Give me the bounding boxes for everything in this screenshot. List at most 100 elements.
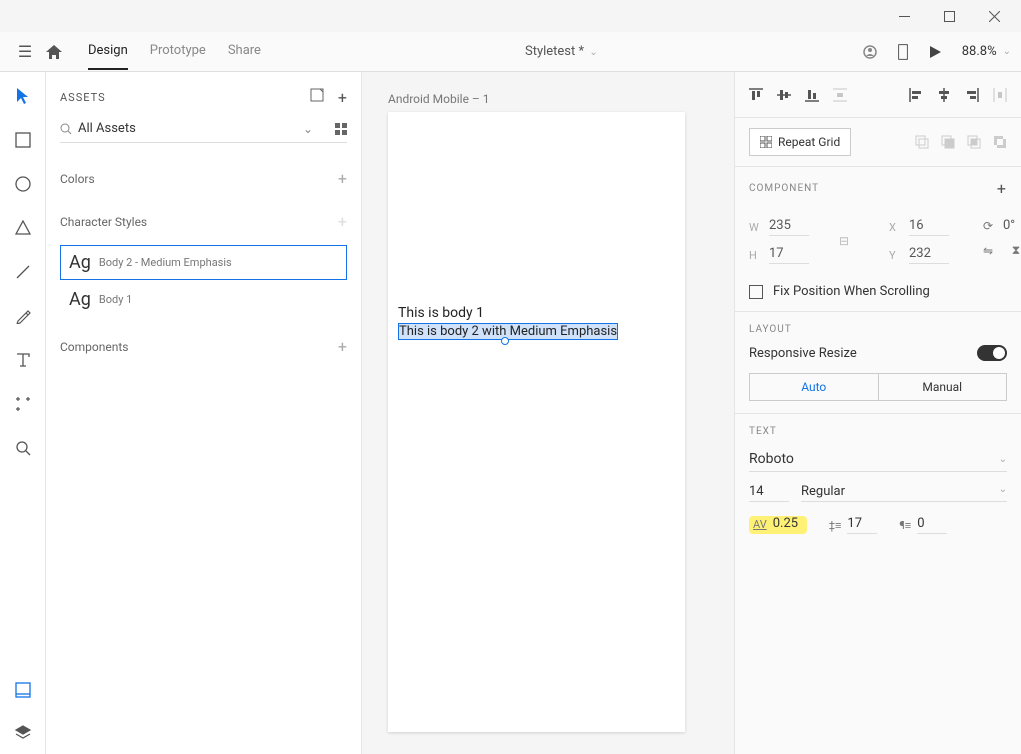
- lock-aspect-icon[interactable]: ⊟: [839, 234, 849, 248]
- line-tool[interactable]: [11, 260, 35, 284]
- play-icon[interactable]: [928, 45, 942, 59]
- align-right-icon[interactable]: [965, 88, 979, 102]
- cloud-icon[interactable]: [862, 44, 878, 60]
- minimize-button[interactable]: [882, 2, 927, 30]
- assets-title: ASSETS: [60, 91, 106, 104]
- rectangle-tool[interactable]: [11, 128, 35, 152]
- text-section-label: TEXT: [749, 426, 777, 437]
- section-character-styles[interactable]: Character Styles+: [60, 200, 347, 243]
- y-input[interactable]: 232: [909, 246, 949, 264]
- tab-prototype[interactable]: Prototype: [150, 33, 206, 70]
- tracking-field-highlighted[interactable]: AV 0.25: [749, 516, 807, 534]
- add-icon[interactable]: +: [338, 169, 347, 188]
- width-input[interactable]: 235: [769, 218, 809, 236]
- boolean-add-icon: [915, 135, 929, 149]
- responsive-toggle[interactable]: [977, 345, 1007, 361]
- font-family-select[interactable]: Roboto⌄: [749, 447, 1007, 472]
- assets-panel: ASSETS + All Assets ⌄ Colors+ Character …: [46, 72, 362, 754]
- section-components[interactable]: Components+: [60, 325, 347, 368]
- ellipse-tool[interactable]: [11, 172, 35, 196]
- boolean-intersect-icon: [967, 135, 981, 149]
- character-style-item[interactable]: Ag Body 1: [60, 282, 347, 317]
- layout-label: LAYOUT: [749, 324, 792, 335]
- fix-position-checkbox[interactable]: [749, 285, 763, 299]
- height-label: H: [749, 249, 763, 262]
- canvas[interactable]: Android Mobile – 1 This is body 1 This i…: [362, 72, 734, 754]
- responsive-resize-label: Responsive Resize: [749, 346, 857, 361]
- text-body1[interactable]: This is body 1: [398, 305, 484, 321]
- artboard[interactable]: This is body 1 This is body 2 with Mediu…: [388, 112, 685, 732]
- text-tool[interactable]: [11, 348, 35, 372]
- tool-strip: [0, 72, 46, 754]
- artboard-title[interactable]: Android Mobile – 1: [388, 92, 490, 106]
- zoom-tool[interactable]: [11, 436, 35, 460]
- align-hcenter-icon[interactable]: [937, 88, 951, 102]
- menu-icon[interactable]: ☰: [10, 42, 40, 61]
- close-button[interactable]: [972, 2, 1017, 30]
- line-height-icon: ‡≡: [829, 519, 842, 532]
- height-input[interactable]: 17: [769, 246, 809, 264]
- line-height-input[interactable]: 17: [847, 516, 877, 534]
- selection-handle[interactable]: [501, 337, 509, 345]
- auto-button[interactable]: Auto: [750, 374, 878, 400]
- window-titlebar: [0, 0, 1021, 32]
- flip-h-icon[interactable]: ⇋: [979, 244, 997, 258]
- chevron-down-icon: ⌄: [589, 47, 597, 58]
- align-vcenter-icon[interactable]: [777, 88, 791, 102]
- boolean-exclude-icon: [993, 135, 1007, 149]
- add-component-icon[interactable]: +: [997, 179, 1007, 198]
- artboard-tool[interactable]: [11, 392, 35, 416]
- home-icon[interactable]: [46, 45, 76, 59]
- grid-view-icon[interactable]: [335, 123, 347, 135]
- chevron-down-icon: ⌄: [303, 122, 313, 136]
- character-style-item[interactable]: Ag Body 2 - Medium Emphasis: [60, 245, 347, 280]
- align-left-icon[interactable]: [909, 88, 923, 102]
- tab-design[interactable]: Design: [88, 33, 128, 70]
- y-label: Y: [889, 249, 903, 262]
- tracking-input[interactable]: 0.25: [773, 516, 803, 533]
- x-input[interactable]: 16: [909, 218, 949, 236]
- pen-tool[interactable]: [11, 304, 35, 328]
- paragraph-spacing-input[interactable]: 0: [917, 516, 947, 534]
- repeat-grid-button[interactable]: Repeat Grid: [749, 128, 851, 156]
- distribute-h-icon: [993, 88, 1007, 102]
- document-title[interactable]: Styletest * ⌄: [261, 44, 862, 59]
- paragraph-spacing-icon: ¶≡: [899, 519, 911, 532]
- top-bar: ☰ Design Prototype Share Styletest * ⌄ 8…: [0, 32, 1021, 72]
- polygon-tool[interactable]: [11, 216, 35, 240]
- width-label: W: [749, 221, 763, 234]
- tracking-icon: AV: [753, 518, 767, 531]
- device-preview-icon[interactable]: [898, 44, 908, 60]
- properties-panel: Repeat Grid COMPONENT+ W235 H17 ⊟ X16 Y2…: [734, 72, 1021, 754]
- align-top-icon[interactable]: [749, 88, 763, 102]
- add-icon[interactable]: +: [338, 337, 347, 356]
- asset-search[interactable]: All Assets ⌄: [60, 117, 347, 143]
- resize-mode-segment[interactable]: Auto Manual: [749, 373, 1007, 401]
- assets-panel-icon[interactable]: [11, 678, 35, 702]
- add-icon[interactable]: +: [338, 212, 347, 231]
- style-label: Body 2 - Medium Emphasis: [99, 256, 232, 269]
- manual-button[interactable]: Manual: [878, 374, 1007, 400]
- add-asset-icon[interactable]: +: [338, 88, 347, 107]
- layers-panel-icon[interactable]: [11, 720, 35, 744]
- section-colors[interactable]: Colors+: [60, 157, 347, 200]
- flip-v-icon[interactable]: ⧗: [1007, 243, 1021, 258]
- tab-share[interactable]: Share: [228, 33, 261, 70]
- fix-position-label: Fix Position When Scrolling: [773, 284, 930, 299]
- line-height-field[interactable]: ‡≡ 17: [829, 516, 878, 534]
- font-size-input[interactable]: 14: [749, 484, 789, 502]
- boolean-subtract-icon: [941, 135, 955, 149]
- distribute-v-icon: [833, 88, 847, 102]
- style-label: Body 1: [99, 293, 132, 306]
- select-tool[interactable]: [11, 84, 35, 108]
- style-preview: Ag: [69, 252, 91, 273]
- maximize-button[interactable]: [927, 2, 972, 30]
- x-label: X: [889, 221, 903, 234]
- rotation-input[interactable]: 0°: [1003, 218, 1015, 233]
- align-bottom-icon[interactable]: [805, 88, 819, 102]
- style-preview: Ag: [69, 289, 91, 310]
- paragraph-spacing-field[interactable]: ¶≡ 0: [899, 516, 947, 534]
- zoom-level[interactable]: 88.8% ⌄: [962, 44, 1011, 59]
- font-weight-select[interactable]: Regular⌄: [801, 484, 1007, 502]
- link-assets-icon[interactable]: [310, 88, 324, 107]
